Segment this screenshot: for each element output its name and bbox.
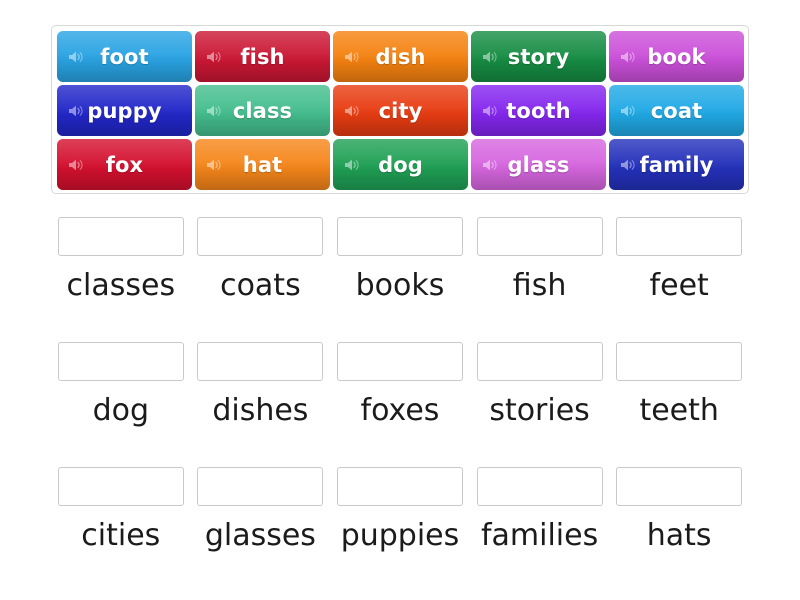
answer-cell: dog	[51, 335, 191, 460]
speaker-icon[interactable]	[68, 50, 83, 64]
tile-label: dish	[375, 44, 426, 69]
tile-label: fox	[105, 152, 144, 177]
draggable-tile-book[interactable]: book	[609, 31, 744, 82]
answer-cell: glasses	[191, 460, 331, 585]
speaker-icon[interactable]	[206, 50, 221, 64]
answer-cell: books	[330, 210, 470, 335]
drop-zone-cities[interactable]	[57, 467, 184, 506]
answer-label: coats	[220, 268, 301, 303]
draggable-tile-fox[interactable]: fox	[57, 139, 192, 190]
answer-area: classes coats books fish feet dog dishes…	[51, 210, 749, 585]
answer-cell: fish	[470, 210, 610, 335]
answer-label: puppies	[340, 518, 460, 553]
draggable-tile-dog[interactable]: dog	[333, 139, 468, 190]
draggable-tile-city[interactable]: city	[333, 85, 468, 136]
tile-label: class	[232, 98, 293, 123]
drop-zone-families[interactable]	[476, 467, 603, 506]
answer-label: cities	[81, 518, 161, 553]
answer-cell: coats	[191, 210, 331, 335]
drop-zone-dog[interactable]	[57, 342, 184, 381]
answer-cell: stories	[470, 335, 610, 460]
speaker-icon[interactable]	[482, 158, 497, 172]
tile-label: family	[639, 152, 714, 177]
answer-row: dog dishes foxes stories teeth	[51, 335, 749, 460]
draggable-tile-foot[interactable]: foot	[57, 31, 192, 82]
answer-label: fish	[512, 268, 567, 303]
speaker-icon[interactable]	[344, 104, 359, 118]
tile-label: hat	[242, 152, 283, 177]
speaker-icon[interactable]	[620, 104, 635, 118]
answer-label: hats	[646, 518, 712, 553]
answer-cell: feet	[609, 210, 749, 335]
drop-zone-puppies[interactable]	[336, 467, 463, 506]
draggable-tile-hat[interactable]: hat	[195, 139, 330, 190]
tile-label: tooth	[506, 98, 571, 123]
tile-label: fish	[240, 44, 285, 69]
drop-zone-foxes[interactable]	[336, 342, 463, 381]
drop-zone-coats[interactable]	[197, 217, 324, 256]
tile-row: foot fish dish story book	[57, 31, 744, 82]
tile-label: dog	[378, 152, 423, 177]
answer-label: families	[480, 518, 599, 553]
drop-zone-teeth[interactable]	[616, 342, 743, 381]
speaker-icon[interactable]	[482, 104, 497, 118]
answer-label: books	[355, 268, 445, 303]
speaker-icon[interactable]	[68, 104, 83, 118]
speaker-icon[interactable]	[344, 50, 359, 64]
tile-label: puppy	[87, 98, 162, 123]
drop-zone-feet[interactable]	[616, 217, 743, 256]
tile-label: book	[647, 44, 706, 69]
draggable-tile-class[interactable]: class	[195, 85, 330, 136]
drop-zone-hats[interactable]	[616, 467, 743, 506]
speaker-icon[interactable]	[206, 158, 221, 172]
drop-zone-dishes[interactable]	[197, 342, 324, 381]
answer-row: classes coats books fish feet	[51, 210, 749, 335]
answer-label: glasses	[204, 518, 316, 553]
tile-label: coat	[650, 98, 703, 123]
drop-zone-glasses[interactable]	[197, 467, 324, 506]
tile-label: city	[378, 98, 423, 123]
speaker-icon[interactable]	[482, 50, 497, 64]
speaker-icon[interactable]	[68, 158, 83, 172]
answer-cell: puppies	[330, 460, 470, 585]
answer-label: classes	[66, 268, 176, 303]
speaker-icon[interactable]	[206, 104, 221, 118]
draggable-tile-coat[interactable]: coat	[609, 85, 744, 136]
draggable-tile-puppy[interactable]: puppy	[57, 85, 192, 136]
draggable-tile-fish[interactable]: fish	[195, 31, 330, 82]
answer-label: dog	[92, 393, 150, 428]
answer-row: cities glasses puppies families hats	[51, 460, 749, 585]
tile-row: puppy class city tooth coat	[57, 85, 744, 136]
answer-label: dishes	[212, 393, 309, 428]
speaker-icon[interactable]	[620, 50, 635, 64]
drop-zone-classes[interactable]	[57, 217, 184, 256]
draggable-tile-family[interactable]: family	[609, 139, 744, 190]
answer-cell: dishes	[191, 335, 331, 460]
speaker-icon[interactable]	[620, 158, 635, 172]
answer-label: stories	[489, 393, 590, 428]
draggable-tile-tooth[interactable]: tooth	[471, 85, 606, 136]
activity-stage: foot fish dish story book puppy class ci…	[0, 0, 800, 600]
answer-label: foxes	[360, 393, 440, 428]
drop-zone-books[interactable]	[336, 217, 463, 256]
draggable-tile-glass[interactable]: glass	[471, 139, 606, 190]
answer-cell: foxes	[330, 335, 470, 460]
draggable-tile-dish[interactable]: dish	[333, 31, 468, 82]
tile-label: story	[507, 44, 570, 69]
tile-row: fox hat dog glass family	[57, 139, 744, 190]
tile-label: glass	[507, 152, 570, 177]
answer-cell: teeth	[609, 335, 749, 460]
drop-zone-stories[interactable]	[476, 342, 603, 381]
answer-cell: classes	[51, 210, 191, 335]
draggable-tile-story[interactable]: story	[471, 31, 606, 82]
speaker-icon[interactable]	[344, 158, 359, 172]
answer-label: feet	[649, 268, 709, 303]
answer-label: teeth	[639, 393, 719, 428]
answer-cell: cities	[51, 460, 191, 585]
answer-cell: families	[470, 460, 610, 585]
drop-zone-fish[interactable]	[476, 217, 603, 256]
tile-label: foot	[100, 44, 149, 69]
tile-tray: foot fish dish story book puppy class ci…	[51, 25, 749, 194]
answer-cell: hats	[609, 460, 749, 585]
